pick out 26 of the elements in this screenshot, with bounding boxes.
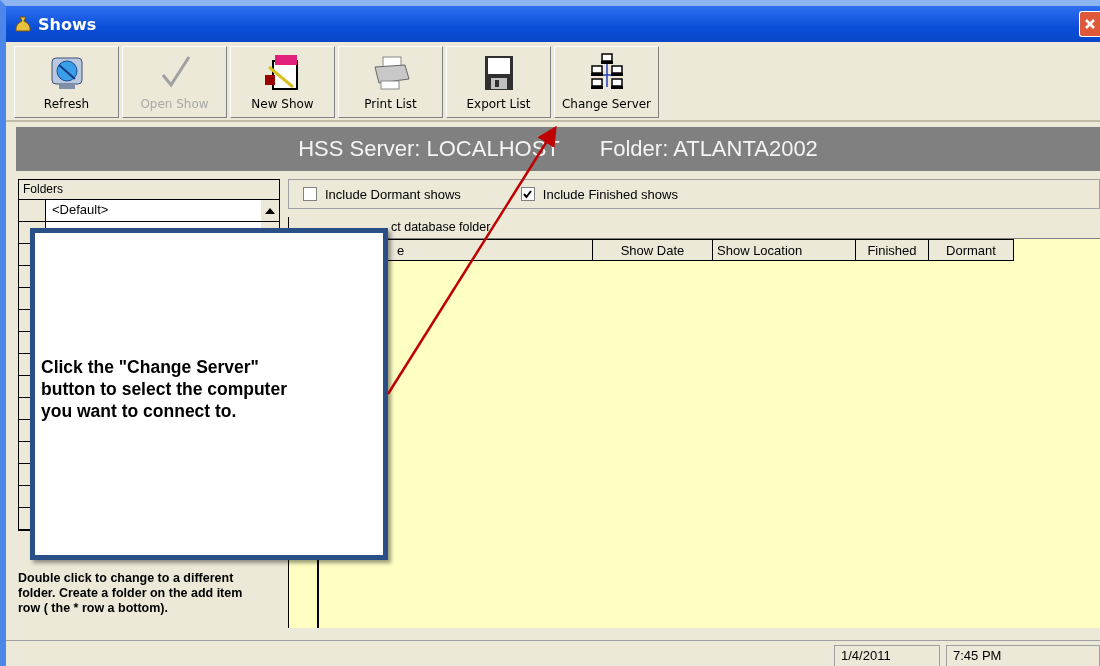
status-date: 1/4/2011	[834, 645, 940, 666]
column-header[interactable]: Finished	[856, 239, 929, 261]
help-text: Double click to change to a different folder. Create a folder on the add item row ( the * row a bottom).	[18, 571, 244, 616]
checkbox-label: Include Finished shows	[542, 186, 678, 202]
column-header[interactable]: Show Location	[713, 239, 856, 261]
column-header[interactable]: Show Date	[593, 239, 713, 261]
folder-label: Folder: ATLANTA2002	[599, 136, 818, 162]
folders-header: Folders	[18, 179, 280, 199]
status-time: 7:45 PM	[946, 645, 1100, 666]
toolbar-button[interactable]: Refresh	[14, 46, 119, 118]
money-bag-icon	[14, 15, 32, 33]
folder-cell[interactable]: <Default>	[46, 200, 261, 221]
callout-text: Click the "Change Server" button to select the computer you want to connect to.	[41, 356, 288, 422]
column-header[interactable]: Dormant	[929, 239, 1014, 261]
toolbar-button[interactable]: Change Server	[554, 46, 659, 118]
toolbar-button[interactable]: New Show	[230, 46, 335, 118]
window-title: Shows	[38, 14, 97, 34]
column-header[interactable]: e	[393, 239, 593, 261]
toolbar-button[interactable]: Print List	[338, 46, 443, 118]
close-button[interactable]	[1079, 11, 1100, 37]
toolbar-button[interactable]: Export List	[446, 46, 551, 118]
checkbox-label: Include Dormant shows	[325, 186, 461, 202]
scroll-up-icon[interactable]	[265, 207, 275, 214]
close-icon	[1084, 18, 1096, 30]
checkbox[interactable]	[303, 187, 317, 201]
checkbox[interactable]	[520, 187, 535, 201]
